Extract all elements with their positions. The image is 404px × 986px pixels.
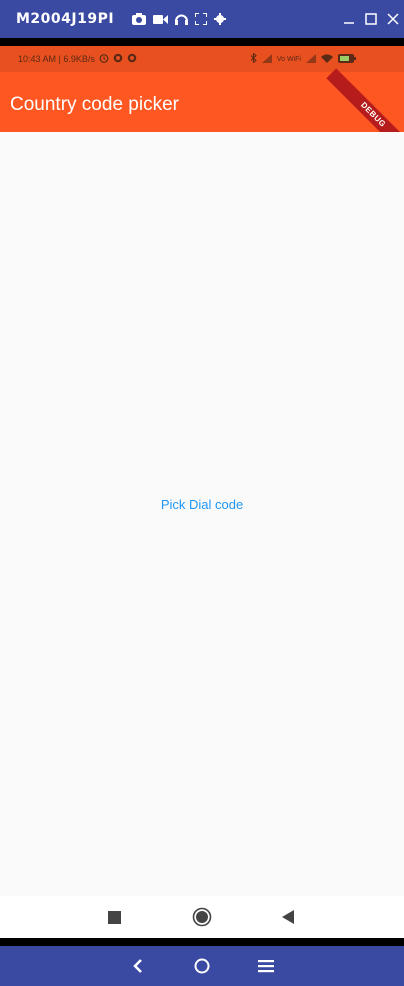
battery-icon — [338, 53, 356, 65]
window-toolbar — [132, 13, 227, 25]
home-icon[interactable] — [182, 896, 222, 938]
app-header: 10:43 AM | 6.9KB/s Vo WiFi Country code … — [0, 46, 404, 162]
host-navigation-bar — [0, 946, 404, 986]
window-title-bar: M2004J19PI — [0, 0, 404, 38]
status-bar: 10:43 AM | 6.9KB/s Vo WiFi — [0, 46, 404, 72]
video-icon[interactable] — [153, 14, 169, 25]
status-time: 10:43 AM | 6.9KB/s — [18, 54, 95, 64]
headphones-icon[interactable] — [175, 13, 189, 25]
menu-icon[interactable] — [246, 946, 286, 986]
gear-icon[interactable] — [214, 13, 227, 25]
close-icon[interactable] — [382, 0, 404, 38]
back-icon[interactable] — [118, 946, 158, 986]
wifi-icon — [321, 54, 333, 65]
vo-wifi-label: Vo WiFi — [276, 55, 301, 63]
maximize-icon[interactable] — [360, 0, 382, 38]
signal-icon — [306, 53, 316, 65]
alarm-icon — [99, 53, 109, 65]
back-icon[interactable] — [268, 896, 308, 938]
recents-icon[interactable] — [94, 896, 134, 938]
signal-icon — [261, 53, 272, 65]
camera-icon[interactable] — [132, 13, 147, 25]
app-bar-title: Country code picker — [10, 94, 179, 115]
home-icon[interactable] — [182, 946, 222, 986]
app-icon — [127, 53, 137, 65]
device-bezel-top — [0, 38, 404, 46]
window-title: M2004J19PI — [16, 11, 115, 27]
minimize-icon[interactable] — [338, 0, 360, 38]
phone-navigation-bar — [0, 896, 404, 938]
main-content: Pick Dial code — [0, 132, 404, 896]
device-bezel-bottom — [0, 938, 404, 946]
fullscreen-icon[interactable] — [195, 13, 208, 25]
app-icon — [113, 53, 123, 65]
bluetooth-icon — [250, 52, 257, 65]
pick-dial-code-button[interactable]: Pick Dial code — [150, 492, 254, 516]
